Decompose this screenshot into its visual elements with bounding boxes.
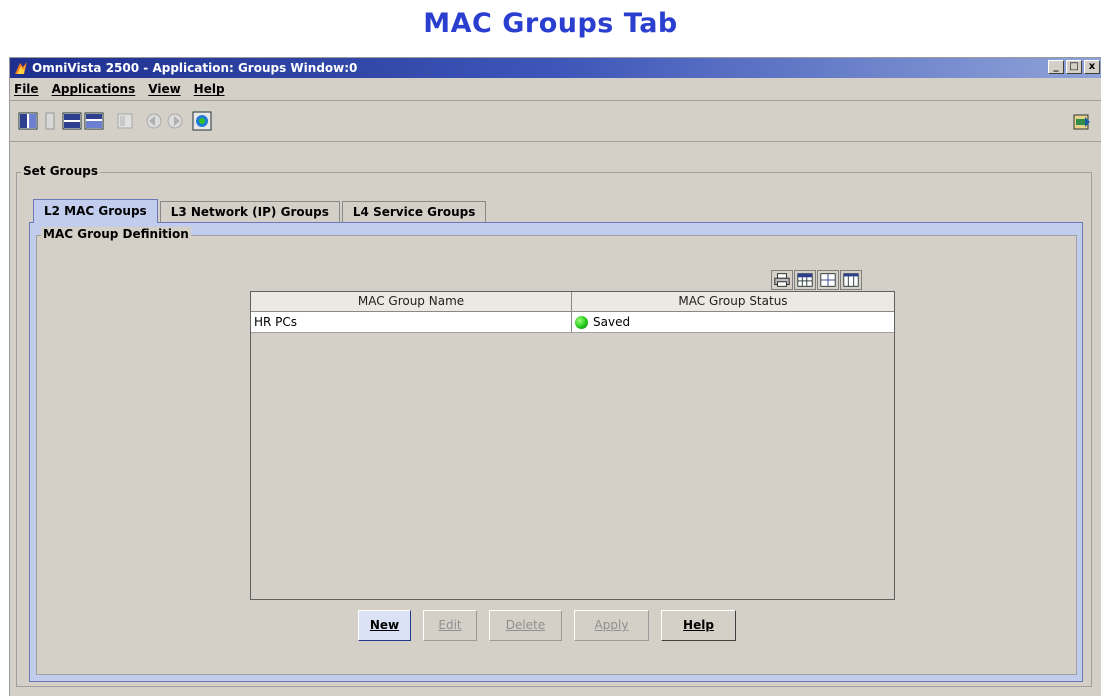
apply-button[interactable]: Apply bbox=[574, 610, 649, 641]
menu-bar: File Applications View Help bbox=[10, 78, 1101, 100]
layout-columns-icon[interactable] bbox=[18, 111, 38, 131]
title-bar[interactable]: OmniVista 2500 - Application: Groups Win… bbox=[10, 58, 1101, 78]
table-header: MAC Group Name MAC Group Status bbox=[251, 292, 894, 312]
cell-group-status: Saved bbox=[572, 312, 894, 332]
menu-view[interactable]: View bbox=[148, 82, 180, 96]
set-groups-title: Set Groups bbox=[21, 164, 100, 178]
help-button[interactable]: Help bbox=[661, 610, 736, 641]
column-header-mac-group-status[interactable]: MAC Group Status bbox=[572, 292, 894, 311]
new-button[interactable]: New bbox=[358, 610, 411, 641]
edit-button-label: Edit bbox=[438, 618, 462, 632]
tab-l2-mac-groups[interactable]: L2 MAC Groups bbox=[33, 199, 158, 223]
forward-icon[interactable] bbox=[165, 111, 185, 131]
status-text: Saved bbox=[593, 315, 631, 329]
action-buttons: New Edit Delete Apply Help bbox=[358, 610, 736, 641]
layout-rows-alt-icon[interactable] bbox=[84, 111, 104, 131]
refresh-icon[interactable] bbox=[192, 111, 212, 131]
mac-group-definition-title: MAC Group Definition bbox=[41, 227, 191, 241]
page-banner-title: MAC Groups Tab bbox=[423, 8, 678, 39]
tab-panel: MAC Group Definition MAC Group Name MAC … bbox=[29, 222, 1083, 682]
column-header-mac-group-name[interactable]: MAC Group Name bbox=[251, 292, 572, 311]
menu-applications[interactable]: Applications bbox=[52, 82, 136, 96]
apply-button-label: Apply bbox=[594, 618, 629, 632]
layout-rows-icon[interactable] bbox=[62, 111, 82, 131]
cell-group-name: HR PCs bbox=[251, 312, 572, 332]
table-toolbar bbox=[771, 270, 862, 290]
maximize-button[interactable]: □ bbox=[1066, 60, 1082, 74]
new-button-label: New bbox=[369, 618, 400, 632]
delete-button-label: Delete bbox=[505, 618, 546, 632]
help-button-label: Help bbox=[683, 618, 714, 632]
menu-file[interactable]: File bbox=[14, 82, 39, 96]
tab-strip: L2 MAC Groups L3 Network (IP) Groups L4 … bbox=[33, 199, 488, 223]
window-title: OmniVista 2500 - Application: Groups Win… bbox=[32, 61, 358, 75]
table-settings-icon[interactable] bbox=[794, 270, 816, 290]
set-groups-panel: Set Groups L2 MAC Groups L3 Network (IP)… bbox=[16, 164, 1092, 687]
table-row[interactable]: HR PCs Saved bbox=[251, 312, 894, 333]
tab-l4-service-groups[interactable]: L4 Service Groups bbox=[341, 201, 487, 223]
status-ok-icon bbox=[575, 315, 588, 329]
status-bar bbox=[10, 688, 1101, 696]
menu-help[interactable]: Help bbox=[194, 82, 225, 96]
columns-icon[interactable] bbox=[840, 270, 862, 290]
mac-group-definition-panel: MAC Group Definition MAC Group Name MAC … bbox=[36, 227, 1077, 675]
panel-icon[interactable] bbox=[115, 111, 135, 131]
app-window: OmniVista 2500 - Application: Groups Win… bbox=[9, 57, 1101, 696]
exit-icon[interactable] bbox=[1073, 113, 1091, 131]
close-button[interactable]: x bbox=[1084, 60, 1100, 74]
grid-icon[interactable] bbox=[817, 270, 839, 290]
layout-single-column-icon[interactable] bbox=[40, 111, 60, 131]
tab-l3-network-ip-groups[interactable]: L3 Network (IP) Groups bbox=[159, 201, 340, 223]
print-icon[interactable] bbox=[771, 270, 793, 290]
delete-button[interactable]: Delete bbox=[489, 610, 562, 641]
back-icon[interactable] bbox=[144, 111, 164, 131]
mac-groups-table: MAC Group Name MAC Group Status HR PCs S… bbox=[250, 291, 895, 600]
toolbar bbox=[10, 100, 1101, 142]
edit-button[interactable]: Edit bbox=[423, 610, 477, 641]
minimize-button[interactable]: _ bbox=[1048, 60, 1064, 74]
omnivista-app-icon bbox=[15, 62, 27, 74]
